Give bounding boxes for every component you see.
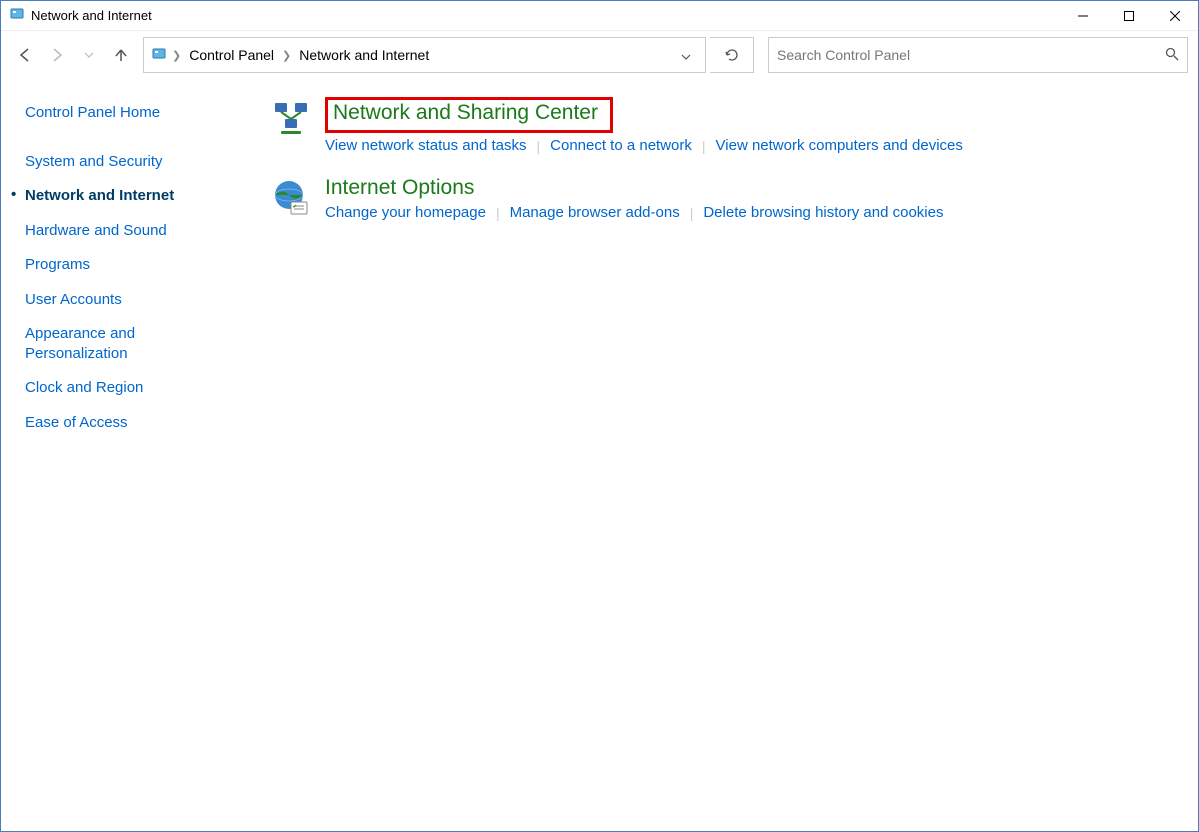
breadcrumb-current[interactable]: Network and Internet bbox=[295, 45, 433, 65]
breadcrumb-icon bbox=[150, 45, 168, 66]
search-box[interactable] bbox=[768, 37, 1188, 73]
internet-options-links: Change your homepage | Manage browser ad… bbox=[325, 204, 1178, 221]
sidebar-item-hardware-sound[interactable]: Hardware and Sound bbox=[25, 217, 231, 245]
toolbar: ❯ Control Panel ❯ Network and Internet bbox=[1, 31, 1198, 79]
category-internet-options: Internet Options Change your homepage | … bbox=[271, 176, 1178, 221]
sidebar-item-appearance[interactable]: Appearance and Personalization bbox=[25, 320, 231, 367]
category-network-sharing: Network and Sharing Center View network … bbox=[271, 97, 1178, 154]
breadcrumb-dropdown[interactable] bbox=[673, 43, 699, 67]
internet-options-title[interactable]: Internet Options bbox=[325, 176, 474, 200]
back-button[interactable] bbox=[11, 41, 39, 69]
recent-locations-button[interactable] bbox=[75, 41, 103, 69]
network-sharing-title[interactable]: Network and Sharing Center bbox=[325, 97, 613, 133]
control-panel-icon bbox=[9, 6, 25, 25]
sidebar-item-clock-region[interactable]: Clock and Region bbox=[25, 374, 231, 402]
link-view-computers[interactable]: View network computers and devices bbox=[716, 137, 963, 154]
breadcrumb-sep: ❯ bbox=[170, 49, 183, 62]
link-connect-network[interactable]: Connect to a network bbox=[550, 137, 692, 154]
breadcrumb-bar[interactable]: ❯ Control Panel ❯ Network and Internet bbox=[143, 37, 706, 73]
up-button[interactable] bbox=[107, 41, 135, 69]
main-panel: Network and Sharing Center View network … bbox=[231, 79, 1198, 831]
sidebar-item-user-accounts[interactable]: User Accounts bbox=[25, 286, 231, 314]
link-browser-addons[interactable]: Manage browser add-ons bbox=[510, 204, 680, 221]
minimize-button[interactable] bbox=[1060, 1, 1106, 30]
sidebar-item-network-internet[interactable]: Network and Internet bbox=[25, 182, 231, 210]
content-area: Control Panel Home System and Security N… bbox=[1, 79, 1198, 831]
maximize-button[interactable] bbox=[1106, 1, 1152, 30]
internet-options-icon bbox=[271, 178, 311, 218]
sidebar-item-system-security[interactable]: System and Security bbox=[25, 148, 231, 176]
close-button[interactable] bbox=[1152, 1, 1198, 30]
breadcrumb-sep: ❯ bbox=[280, 49, 293, 62]
link-delete-history[interactable]: Delete browsing history and cookies bbox=[703, 204, 943, 221]
sidebar-home[interactable]: Control Panel Home bbox=[25, 99, 231, 127]
window-title: Network and Internet bbox=[31, 8, 1060, 23]
search-icon[interactable] bbox=[1165, 47, 1179, 64]
titlebar: Network and Internet bbox=[1, 1, 1198, 31]
sidebar: Control Panel Home System and Security N… bbox=[1, 79, 231, 831]
network-sharing-links: View network status and tasks | Connect … bbox=[325, 137, 1178, 154]
network-sharing-icon bbox=[271, 99, 311, 139]
refresh-button[interactable] bbox=[710, 37, 754, 73]
link-view-status[interactable]: View network status and tasks bbox=[325, 137, 527, 154]
window-controls bbox=[1060, 1, 1198, 30]
sidebar-item-programs[interactable]: Programs bbox=[25, 251, 231, 279]
search-input[interactable] bbox=[777, 47, 1165, 63]
breadcrumb-root[interactable]: Control Panel bbox=[185, 45, 278, 65]
sidebar-item-ease-access[interactable]: Ease of Access bbox=[25, 409, 231, 437]
forward-button[interactable] bbox=[43, 41, 71, 69]
link-change-homepage[interactable]: Change your homepage bbox=[325, 204, 486, 221]
